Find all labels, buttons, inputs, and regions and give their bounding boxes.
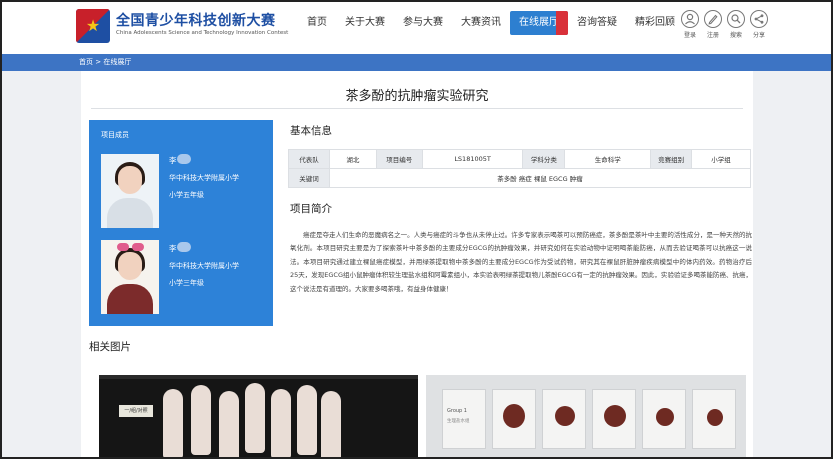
register-label: 注册 — [706, 32, 719, 39]
team-value: 湖北 — [328, 149, 377, 169]
breadcrumb[interactable]: 首页 > 在线展厅 — [79, 57, 131, 67]
search-button[interactable]: 搜索 — [725, 10, 747, 39]
nav-review[interactable]: 精彩回顾 — [626, 11, 684, 35]
nav-online-exhibition[interactable]: 在线展厅 — [510, 11, 568, 35]
members-card: 项目成员 李 华中科技大学附属小学 小学五年级 李 华中科技大学附属小学 小学三… — [89, 120, 273, 326]
group-value: 小学组 — [691, 149, 751, 169]
basic-info-table: 代表队 湖北 项目编号 LS181005T 学科分类 生命科学 竞赛组别 小学组… — [288, 149, 752, 188]
intro-heading: 项目简介 — [290, 203, 332, 215]
nav-news[interactable]: 大赛资讯 — [452, 11, 510, 35]
nav-consult[interactable]: 咨询答疑 — [568, 11, 626, 35]
member-school-1: 华中科技大学附属小学 — [169, 174, 239, 182]
info-row-1: 代表队 湖北 项目编号 LS181005T 学科分类 生命科学 竞赛组别 小学组 — [288, 149, 751, 169]
member-grade-2: 小学三年级 — [169, 279, 204, 287]
member-photo-2 — [101, 240, 159, 314]
subject-value: 生命科学 — [564, 149, 652, 169]
project-number-key: 项目编号 — [375, 149, 423, 169]
name-redaction-2 — [177, 242, 191, 252]
pencil-icon — [704, 10, 722, 28]
member-name-1: 李 — [169, 156, 177, 165]
brand-name-en: China Adolescents Science and Technology… — [116, 30, 289, 36]
photo-tumors[interactable]: Group 1 生理盐水组 — [426, 375, 746, 457]
project-panel: 茶多酚的抗肿瘤实验研究 项目成员 李 华中科技大学附属小学 小学五年级 李 华中… — [81, 71, 753, 457]
project-title: 茶多酚的抗肿瘤实验研究 — [345, 89, 489, 104]
share-label: 分享 — [752, 32, 765, 39]
intro-text: 癌症是夺走人们生命的恶魔病名之一。人类与癌症的斗争也从未停止过。许多专家表示喝茶… — [290, 231, 752, 293]
title-divider — [91, 108, 743, 109]
login-label: 登录 — [683, 32, 696, 39]
search-icon — [727, 10, 745, 28]
name-redaction-1 — [177, 154, 191, 164]
site-header: ★ 全国青少年科技创新大赛 China Adolescents Science … — [2, 2, 831, 52]
group-key: 竞赛组别 — [650, 149, 693, 169]
photo-mice[interactable]: 一/组/对照 — [99, 375, 418, 457]
brand-name-cn[interactable]: 全国青少年科技创新大赛 — [116, 10, 276, 30]
subject-key: 学科分类 — [522, 149, 566, 169]
member-grade-1: 小学五年级 — [169, 191, 204, 199]
tumor-card-label: Group 1 生理盐水组 — [442, 389, 486, 449]
nav-home[interactable]: 首页 — [298, 11, 336, 35]
login-button[interactable]: 登录 — [679, 10, 701, 39]
team-key: 代表队 — [288, 149, 330, 169]
member-photo-1 — [101, 154, 159, 228]
user-icon — [681, 10, 699, 28]
member-school-2: 华中科技大学附属小学 — [169, 262, 239, 270]
browser-frame: ★ 全国青少年科技创新大赛 China Adolescents Science … — [0, 0, 833, 459]
share-icon — [750, 10, 768, 28]
project-number-value: LS181005T — [421, 149, 524, 169]
register-button[interactable]: 注册 — [702, 10, 724, 39]
pictures-heading: 相关图片 — [89, 341, 131, 353]
main-nav: 首页 关于大赛 参与大赛 大赛资讯 在线展厅 咨询答疑 精彩回顾 — [298, 11, 684, 35]
breadcrumb-bar: 首页 > 在线展厅 — [2, 54, 831, 71]
keywords-key: 关键词 — [288, 168, 330, 188]
nav-participate[interactable]: 参与大赛 — [394, 11, 452, 35]
logo-star-icon: ★ — [85, 16, 101, 35]
site-logo[interactable]: ★ — [76, 9, 110, 43]
basic-info-heading: 基本信息 — [290, 125, 332, 137]
members-heading: 项目成员 — [101, 131, 129, 139]
search-label: 搜索 — [729, 32, 742, 39]
share-button[interactable]: 分享 — [748, 10, 770, 39]
keywords-value: 茶多酚 癌症 裸鼠 EGCG 肿瘤 — [328, 168, 752, 188]
nav-about[interactable]: 关于大赛 — [336, 11, 394, 35]
info-row-2: 关键词 茶多酚 癌症 裸鼠 EGCG 肿瘤 — [288, 168, 752, 188]
member-name-2: 李 — [169, 244, 177, 253]
photo-tag: 一/组/对照 — [119, 405, 153, 417]
